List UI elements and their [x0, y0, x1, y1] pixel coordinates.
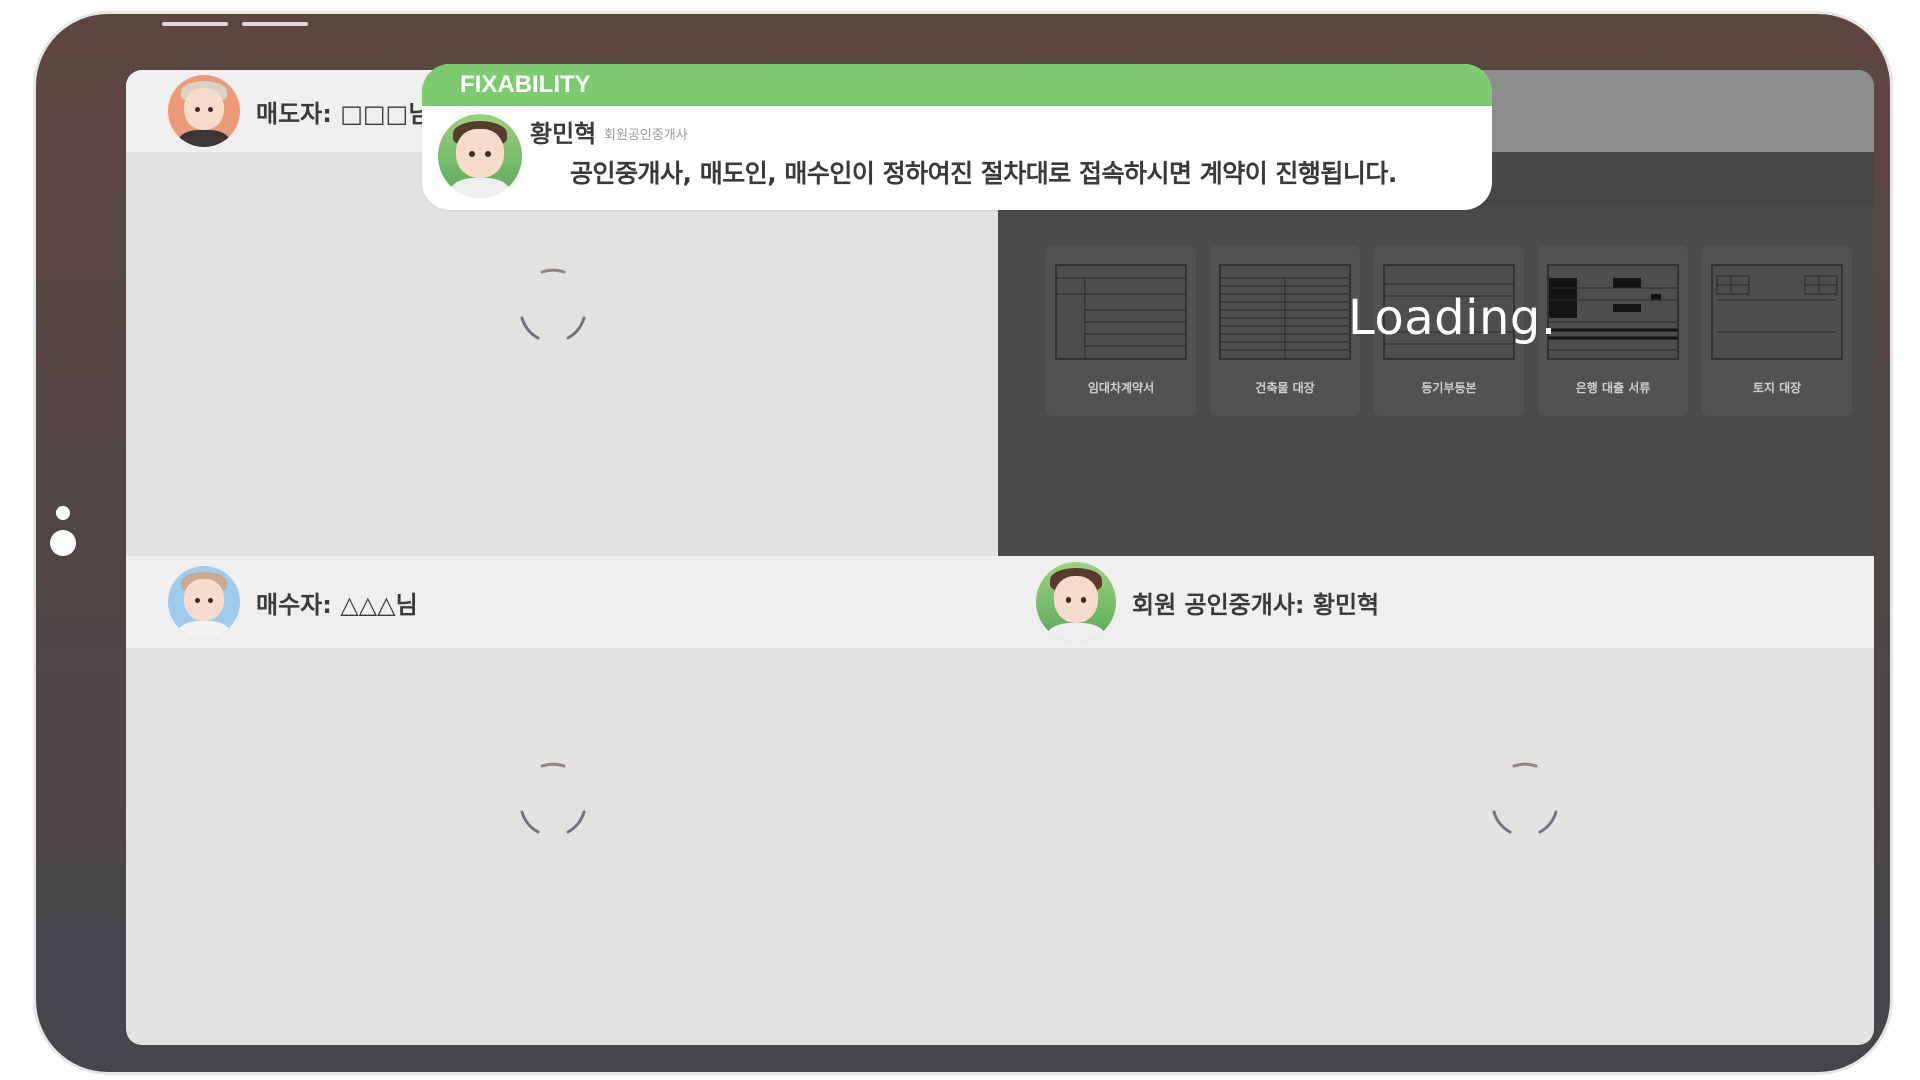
camera-dot [50, 530, 76, 556]
document-thumbnail-icon [1547, 264, 1679, 360]
document-label: 토지 대장 [1752, 381, 1802, 395]
notification-banner[interactable]: FIXABILITY 황민혁 회원공인중개사 공인중개사, 매도인, 매수인이 … [422, 64, 1492, 210]
banner-brand: FIXABILITY [422, 64, 1492, 106]
banner-message: 공인중개사, 매도인, 매수인이 정하여진 절차대로 접속하시면 계약이 진행됩… [570, 159, 1397, 188]
document-label: 은행 대출 서류 [1575, 381, 1651, 395]
agent-header: 회원 공인중개사: 황민혁 [998, 556, 1874, 648]
buyer-header: 매수자: △△△님 [126, 556, 998, 648]
buyer-video-pane: 매수자: △△△님 [126, 556, 998, 1045]
document-thumbnail-icon [1711, 264, 1843, 360]
video-call-screen: 매도자: □□□님 임대차계약서 건축물 대장 등기부등본 은행 대출 서류 토… [126, 70, 1874, 1045]
loading-spinner-icon [1492, 762, 1558, 834]
sensor-dot [56, 506, 70, 520]
loading-spinner-icon [520, 762, 586, 834]
document-card[interactable]: 건축물 대장 [1210, 246, 1360, 416]
document-thumbnail-icon [1055, 264, 1187, 360]
loading-spinner-icon [520, 268, 586, 340]
agent-avatar [1036, 562, 1116, 642]
top-button [162, 22, 228, 26]
agent-video-pane: 회원 공인중개사: 황민혁 [998, 556, 1874, 1045]
sender-role: 회원공인중개사 [604, 128, 688, 143]
sender-avatar [438, 114, 522, 198]
document-card[interactable]: 임대차계약서 [1046, 246, 1196, 416]
loading-text: Loading. [1348, 290, 1557, 346]
sender-name: 황민혁 [530, 120, 597, 148]
agent-name: 회원 공인중개사: 황민혁 [1132, 590, 1380, 619]
buyer-name: 매수자: △△△님 [256, 590, 418, 619]
seller-name: 매도자: □□□님 [256, 99, 431, 128]
document-card[interactable]: 은행 대출 서류 [1538, 246, 1688, 416]
buyer-avatar [168, 566, 240, 638]
document-thumbnail-icon [1219, 264, 1351, 360]
document-label: 임대차계약서 [1087, 381, 1155, 395]
seller-avatar [168, 75, 240, 147]
document-card[interactable]: 토지 대장 [1702, 246, 1852, 416]
document-label: 등기부등본 [1421, 381, 1477, 395]
top-button [242, 22, 308, 26]
document-label: 건축물 대장 [1255, 381, 1315, 395]
